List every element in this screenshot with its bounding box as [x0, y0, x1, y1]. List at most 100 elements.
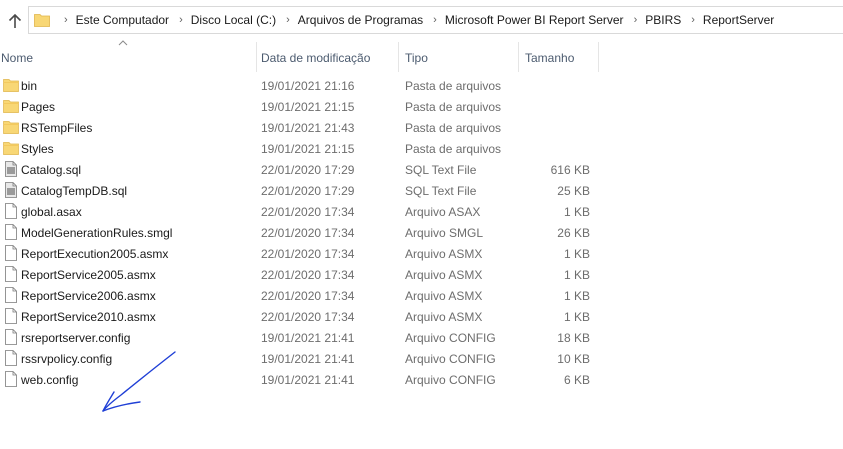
- chevron-right-icon[interactable]: ›: [691, 14, 695, 26]
- file-size: 1 KB: [563, 205, 590, 219]
- file-name: rsreportserver.config: [21, 331, 131, 345]
- address-bar[interactable]: › Este Computador › Disco Local (C:) › Arquiv…: [28, 6, 843, 34]
- file-type: Pasta de arquivos: [405, 142, 502, 156]
- file-size: 1 KB: [563, 247, 590, 261]
- chevron-right-icon[interactable]: ›: [634, 14, 638, 26]
- folder-icon: [3, 100, 19, 113]
- file-size: 26 KB: [557, 226, 590, 240]
- file-modified-date: 19/01/2021 21:41: [261, 373, 355, 387]
- file-row[interactable]: ReportService2005.asmx 22/01/2020 17:34 Ar…: [0, 264, 600, 285]
- file-row[interactable]: web.config 19/01/2021 21:41 Arquivo CONFIG…: [0, 369, 600, 390]
- file-row[interactable]: rsreportserver.config 19/01/2021 21:41 Arq…: [0, 327, 600, 348]
- file-icon: [5, 245, 17, 261]
- file-icon: [5, 308, 17, 324]
- file-type: Arquivo CONFIG: [405, 331, 496, 345]
- file-type: Arquivo ASMX: [405, 268, 483, 282]
- breadcrumb-item[interactable]: Este Computador: [76, 13, 169, 27]
- file-modified-date: 19/01/2021 21:15: [261, 142, 355, 156]
- file-row[interactable]: rssrvpolicy.config 19/01/2021 21:41 Arquiv…: [0, 348, 600, 369]
- file-modified-date: 22/01/2020 17:34: [261, 289, 355, 303]
- breadcrumb-item[interactable]: PBIRS: [645, 13, 681, 27]
- file-row[interactable]: ReportService2010.asmx 22/01/2020 17:34 Ar…: [0, 306, 600, 327]
- file-name: ReportService2005.asmx: [21, 268, 156, 282]
- file-row[interactable]: CatalogTempDB.sql 22/01/2020 17:29 SQL Tex…: [0, 180, 600, 201]
- chevron-right-icon[interactable]: ›: [286, 14, 290, 26]
- file-name: Styles: [21, 142, 54, 156]
- file-row[interactable]: Catalog.sql 22/01/2020 17:29 SQL Text File…: [0, 159, 600, 180]
- file-icon: [5, 350, 17, 366]
- folder-icon: [34, 14, 50, 27]
- file-size: 25 KB: [557, 184, 590, 198]
- column-header-size[interactable]: Tamanho: [519, 42, 598, 72]
- folder-icon: [3, 142, 19, 155]
- file-type: Pasta de arquivos: [405, 79, 502, 93]
- file-modified-date: 22/01/2020 17:34: [261, 310, 355, 324]
- file-row[interactable]: Pages 19/01/2021 21:15 Pasta de arquivos: [0, 96, 600, 117]
- file-size: 1 KB: [563, 289, 590, 303]
- file-icon: [5, 287, 17, 303]
- breadcrumb-item[interactable]: Disco Local (C:): [191, 13, 276, 27]
- file-type: Pasta de arquivos: [405, 100, 502, 114]
- column-header-label: Tamanho: [525, 51, 575, 65]
- folder-icon: [3, 79, 19, 92]
- file-type: Arquivo ASMX: [405, 289, 483, 303]
- column-header-type[interactable]: Tipo: [399, 42, 518, 72]
- file-row[interactable]: RSTempFiles 19/01/2021 21:43 Pasta de arqu…: [0, 117, 600, 138]
- file-name: web.config: [21, 373, 79, 387]
- file-size: 6 KB: [563, 373, 590, 387]
- sql-file-icon: [5, 182, 17, 198]
- file-type: Pasta de arquivos: [405, 121, 502, 135]
- file-name: RSTempFiles: [21, 121, 93, 135]
- file-name: ReportService2010.asmx: [21, 310, 156, 324]
- column-header-modified[interactable]: Data de modificação: [257, 42, 398, 72]
- file-list: bin 19/01/2021 21:16 Pasta de arquivos Page…: [0, 75, 600, 390]
- file-row[interactable]: ModelGenerationRules.smgl 22/01/2020 17:3…: [0, 222, 600, 243]
- file-type: Arquivo CONFIG: [405, 373, 496, 387]
- breadcrumb-item[interactable]: ReportServer: [703, 13, 774, 27]
- column-header-label: Tipo: [405, 51, 428, 65]
- file-icon: [5, 329, 17, 345]
- file-name: ReportExecution2005.asmx: [21, 247, 169, 261]
- file-row[interactable]: ReportExecution2005.asmx 22/01/2020 17:34…: [0, 243, 600, 264]
- file-size: 616 KB: [550, 163, 590, 177]
- file-modified-date: 19/01/2021 21:15: [261, 100, 355, 114]
- file-icon: [5, 224, 17, 240]
- breadcrumb-item[interactable]: Microsoft Power BI Report Server: [445, 13, 624, 27]
- file-size: 10 KB: [557, 352, 590, 366]
- up-arrow-icon[interactable]: [5, 11, 25, 31]
- file-icon: [5, 203, 17, 219]
- breadcrumb-item[interactable]: Arquivos de Programas: [298, 13, 423, 27]
- file-icon: [5, 266, 17, 282]
- file-modified-date: 19/01/2021 21:16: [261, 79, 355, 93]
- column-header-label: Nome: [1, 51, 34, 65]
- file-row[interactable]: bin 19/01/2021 21:16 Pasta de arquivos: [0, 75, 600, 96]
- file-icon: [5, 371, 17, 387]
- file-modified-date: 22/01/2020 17:29: [261, 184, 355, 198]
- column-header-name[interactable]: Nome: [0, 42, 256, 72]
- file-type: Arquivo ASMX: [405, 247, 483, 261]
- file-name: global.asax: [21, 205, 82, 219]
- file-row[interactable]: global.asax 22/01/2020 17:34 Arquivo ASAX 1…: [0, 201, 600, 222]
- file-modified-date: 22/01/2020 17:34: [261, 226, 355, 240]
- file-modified-date: 19/01/2021 21:41: [261, 331, 355, 345]
- sort-ascending-icon: [118, 40, 128, 46]
- file-modified-date: 19/01/2021 21:41: [261, 352, 355, 366]
- column-divider[interactable]: [598, 42, 599, 72]
- file-modified-date: 22/01/2020 17:34: [261, 205, 355, 219]
- file-name: ModelGenerationRules.smgl: [21, 226, 173, 240]
- chevron-right-icon[interactable]: ›: [433, 14, 437, 26]
- file-type: Arquivo ASMX: [405, 310, 483, 324]
- file-modified-date: 22/01/2020 17:34: [261, 247, 355, 261]
- address-toolbar: › Este Computador › Disco Local (C:) › Arquiv…: [0, 0, 843, 40]
- file-name: bin: [21, 79, 38, 93]
- breadcrumb: › Este Computador › Disco Local (C:) › Arquiv…: [54, 7, 774, 33]
- folder-icon: [3, 121, 19, 134]
- file-row[interactable]: ReportService2006.asmx 22/01/2020 17:34 Ar…: [0, 285, 600, 306]
- file-row[interactable]: Styles 19/01/2021 21:15 Pasta de arquivos: [0, 138, 600, 159]
- chevron-right-icon[interactable]: ›: [179, 14, 183, 26]
- file-type: SQL Text File: [405, 184, 477, 198]
- chevron-right-icon[interactable]: ›: [64, 14, 68, 26]
- file-modified-date: 19/01/2021 21:43: [261, 121, 355, 135]
- sql-file-icon: [5, 161, 17, 177]
- file-modified-date: 22/01/2020 17:29: [261, 163, 355, 177]
